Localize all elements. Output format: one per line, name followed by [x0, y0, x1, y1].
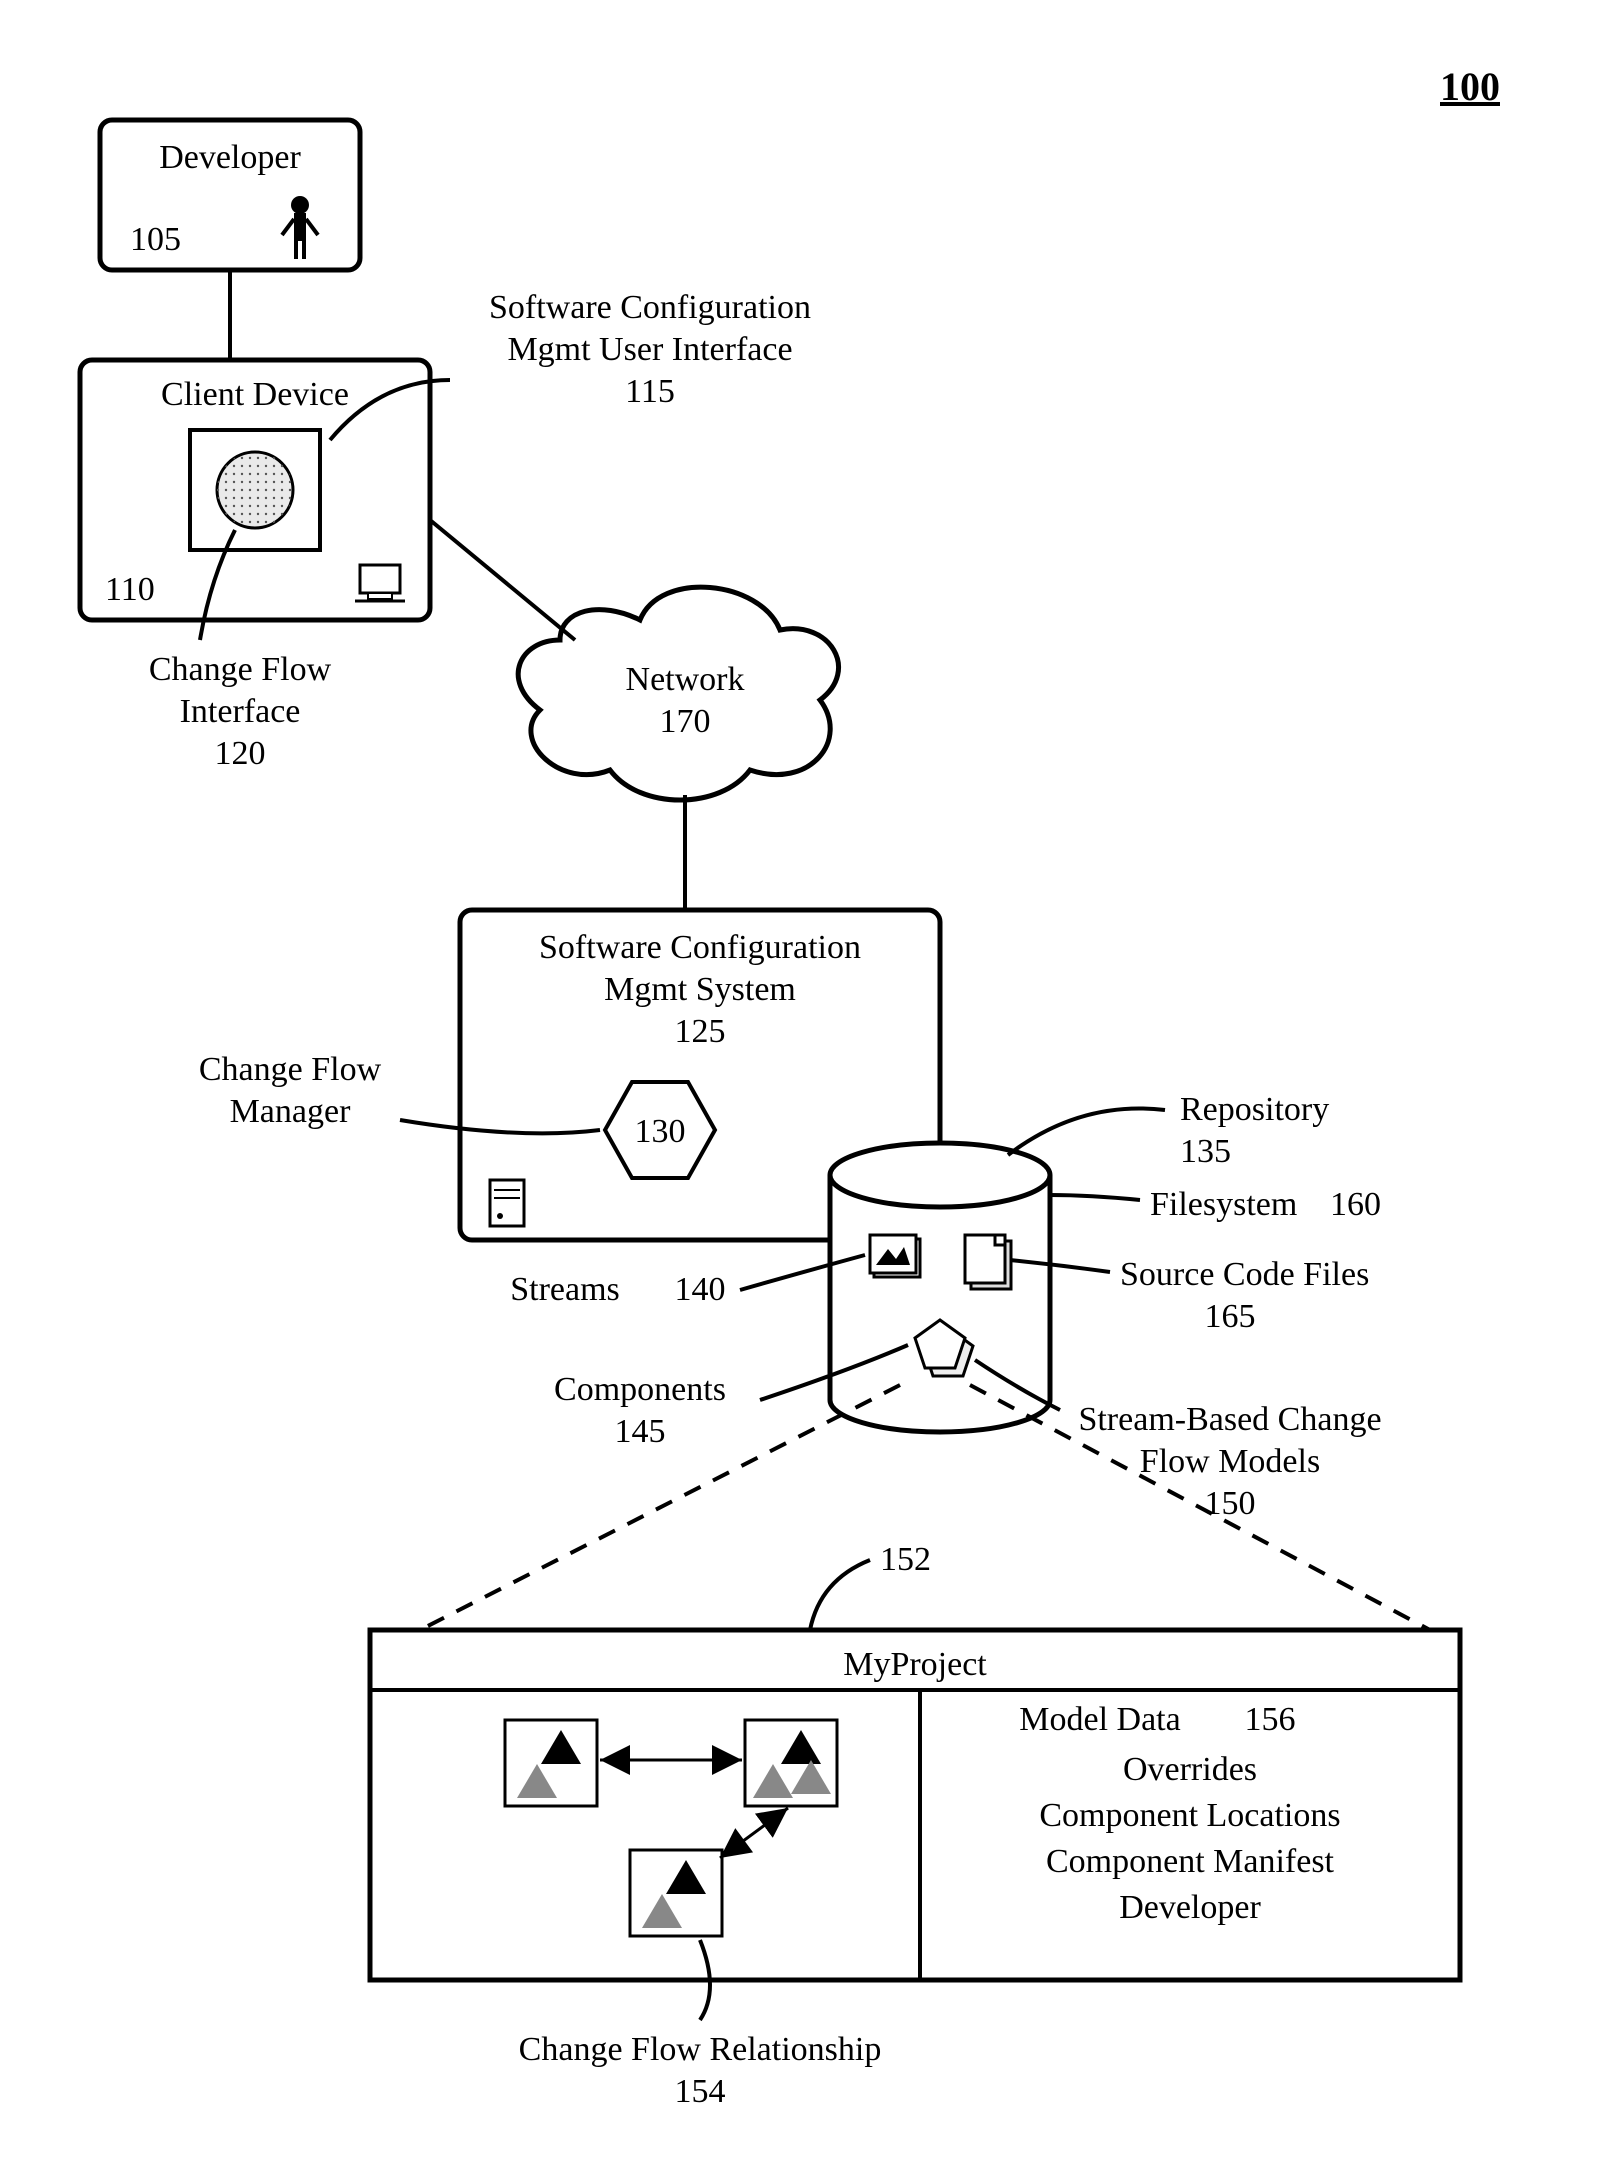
source-code-files-label-group: Source Code Files 165 [1010, 1256, 1369, 1335]
filesystem-callout [1050, 1195, 1140, 1200]
server-icon [490, 1180, 524, 1226]
scf-num: 165 [1205, 1298, 1256, 1335]
myproject-callout [810, 1560, 870, 1630]
cfi-num: 120 [215, 735, 266, 772]
cfm-num: 130 [635, 1113, 686, 1150]
sbcfm-label2: Flow Models [1140, 1443, 1320, 1480]
cfr-label: Change Flow Relationship [519, 2031, 882, 2068]
model-data-num: 156 [1245, 1701, 1296, 1738]
myproject-label: MyProject [843, 1646, 987, 1683]
network-cloud: Network 170 [518, 587, 838, 800]
streams-icon [870, 1235, 920, 1277]
cfr-num: 154 [675, 2073, 726, 2110]
files-icon [965, 1235, 1011, 1289]
developer-label: Developer [159, 139, 301, 176]
md-item-2: Component Manifest [1046, 1843, 1335, 1880]
components-label: Components [554, 1371, 726, 1408]
scm-system-label2: Mgmt System [604, 971, 796, 1008]
scf-label: Source Code Files [1120, 1256, 1369, 1293]
network-num: 170 [660, 703, 711, 740]
node-c [630, 1850, 722, 1936]
network-label: Network [626, 661, 745, 698]
sbcfm-num: 150 [1205, 1485, 1256, 1522]
scm-system-label1: Software Configuration [539, 929, 861, 966]
repository-num: 135 [1180, 1133, 1231, 1170]
cfm-label2: Manager [230, 1093, 352, 1130]
scm-ui-label1: Software Configuration [489, 289, 811, 326]
cfi-label1: Change Flow [149, 651, 332, 688]
developer-num: 105 [130, 221, 181, 258]
myproject-num: 152 [880, 1541, 931, 1578]
filesystem-label-group: Filesystem 160 [1050, 1186, 1381, 1223]
filesystem-label: Filesystem [1150, 1186, 1297, 1223]
client-device-label: Client Device [161, 376, 349, 413]
myproject-box: MyProject Model Data 156 Overrides Compo… [370, 1630, 1460, 1980]
components-num: 145 [615, 1413, 666, 1450]
connector-client-network [430, 520, 575, 640]
repository-label: Repository [1180, 1091, 1329, 1128]
streams-label-group: Streams 140 [510, 1255, 865, 1308]
md-item-0: Overrides [1123, 1751, 1257, 1788]
node-a [505, 1720, 597, 1806]
filesystem-num: 160 [1330, 1186, 1381, 1223]
repository-label-group: Repository 135 [1008, 1091, 1329, 1170]
model-data-label: Model Data [1019, 1701, 1180, 1738]
md-item-3: Developer [1119, 1889, 1261, 1926]
myproject-num-group: 152 [810, 1541, 931, 1630]
repository-callout [1008, 1108, 1165, 1155]
streams-num: 140 [675, 1271, 726, 1308]
streams-label: Streams [510, 1271, 620, 1308]
client-device-num: 110 [105, 571, 155, 608]
sbcfm-label1: Stream-Based Change [1078, 1401, 1381, 1438]
developer-box: Developer 105 [100, 120, 360, 270]
node-b [745, 1720, 837, 1806]
scm-ui-num: 115 [625, 373, 675, 410]
figure-number: 100 [1440, 64, 1500, 109]
cfi-label2: Interface [180, 693, 301, 730]
scm-system-num: 125 [675, 1013, 726, 1050]
scm-ui-label2: Mgmt User Interface [507, 331, 792, 368]
md-item-1: Component Locations [1039, 1797, 1340, 1834]
cfm-label1: Change Flow [199, 1051, 382, 1088]
